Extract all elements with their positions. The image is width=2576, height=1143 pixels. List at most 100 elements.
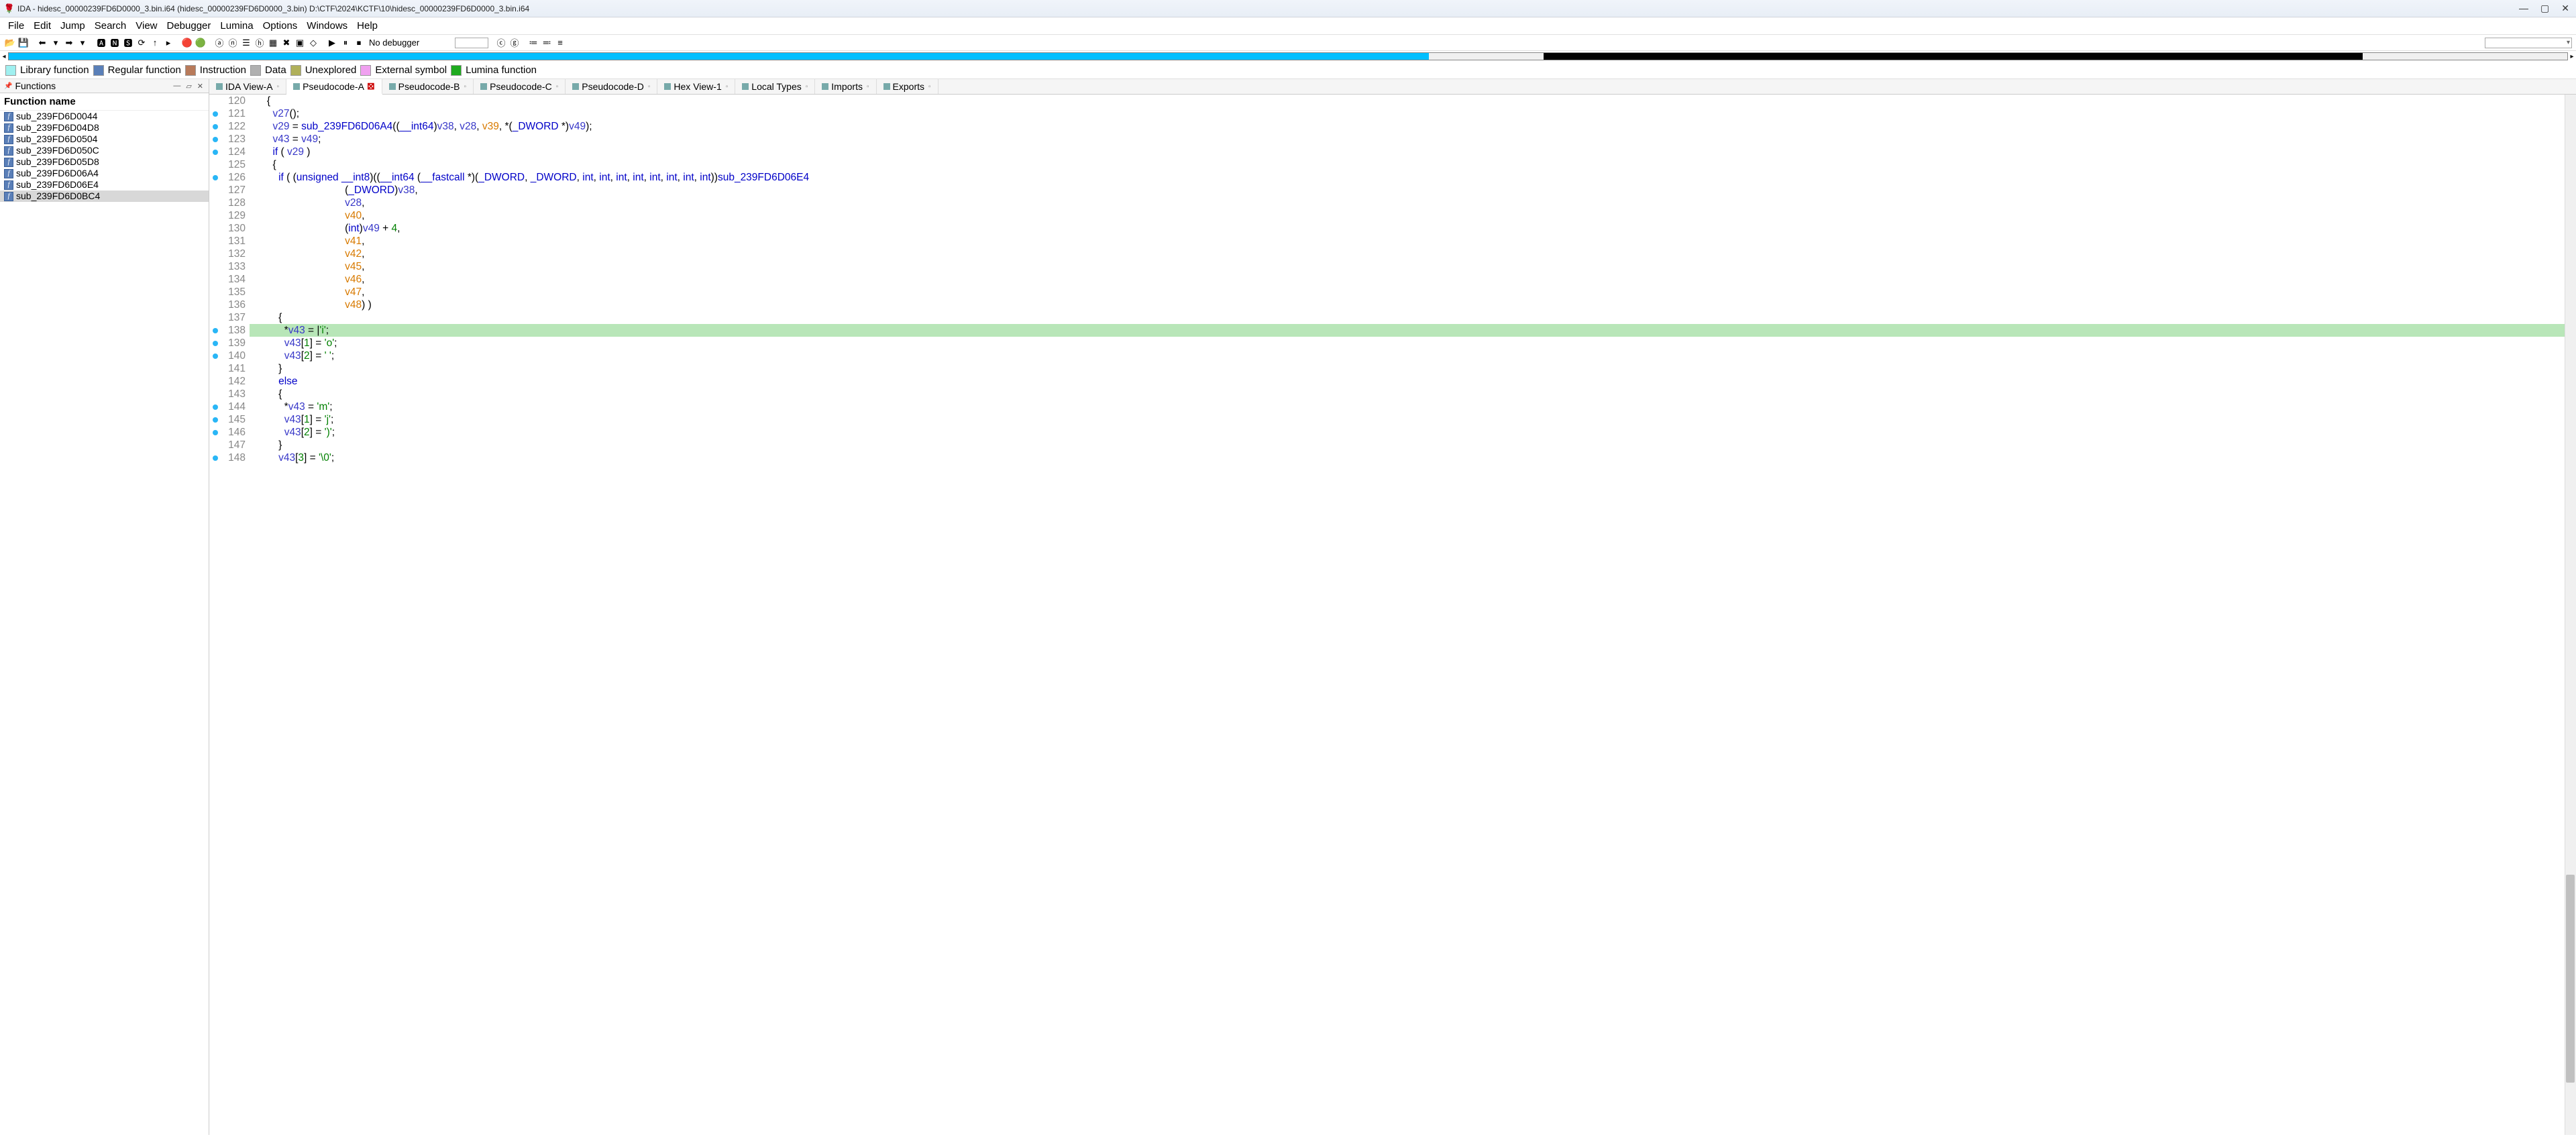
line-number[interactable]: 120: [221, 95, 246, 107]
menu-search[interactable]: Search: [91, 19, 131, 33]
code-line[interactable]: (_DWORD)v38,: [250, 184, 2576, 197]
line-number[interactable]: 139: [221, 337, 246, 349]
breakpoint-gutter[interactable]: [209, 439, 221, 451]
grid-icon[interactable]: ▦: [267, 37, 279, 49]
code-line[interactable]: v43[3] = '\0';: [250, 451, 2576, 464]
nav-overview[interactable]: ◂ ▸: [0, 51, 2576, 62]
breakpoint-gutter[interactable]: [209, 133, 221, 146]
flag-icon[interactable]: ▸: [162, 37, 174, 49]
line-number[interactable]: 134: [221, 273, 246, 286]
line-number[interactable]: 126: [221, 171, 246, 184]
list-green-icon[interactable]: ≡: [554, 37, 566, 49]
line-number[interactable]: 147: [221, 439, 246, 451]
tab-hex-view-1[interactable]: Hex View-1▫: [657, 79, 735, 94]
line-number[interactable]: 144: [221, 400, 246, 413]
code-line[interactable]: v40,: [250, 209, 2576, 222]
function-item[interactable]: fsub_239FD6D04D8: [0, 122, 209, 133]
code-line[interactable]: v43[1] = 'j';: [250, 413, 2576, 426]
breakpoint-gutter[interactable]: [209, 120, 221, 133]
dot-red-icon[interactable]: 🔴: [181, 37, 193, 49]
line-number[interactable]: 135: [221, 286, 246, 298]
code-line[interactable]: v43[2] = ')';: [250, 426, 2576, 439]
tab-exports[interactable]: Exports▫: [877, 79, 938, 94]
line-number[interactable]: 130: [221, 222, 246, 235]
debugger-select[interactable]: No debugger: [366, 38, 453, 48]
code-line[interactable]: *v43 = |'i';: [250, 324, 2576, 337]
breakpoint-gutter[interactable]: [209, 107, 221, 120]
code-line[interactable]: if ( v29 ): [250, 146, 2576, 158]
code-line[interactable]: v28,: [250, 197, 2576, 209]
nav-segment-code[interactable]: [9, 53, 1429, 60]
code-line[interactable]: v41,: [250, 235, 2576, 248]
menu-options[interactable]: Options: [259, 19, 302, 33]
close-button[interactable]: ✕: [2561, 3, 2569, 14]
function-item[interactable]: fsub_239FD6D050C: [0, 145, 209, 156]
h-icon[interactable]: ⓗ: [254, 37, 266, 49]
breakpoint-gutter[interactable]: [209, 158, 221, 171]
save-icon[interactable]: 💾: [17, 37, 30, 49]
line-number[interactable]: 146: [221, 426, 246, 439]
tab-local-types[interactable]: Local Types▫: [735, 79, 815, 94]
function-item[interactable]: fsub_239FD6D06A4: [0, 168, 209, 179]
code-line[interactable]: v43 = v49;: [250, 133, 2576, 146]
search-text-icon[interactable]: 🅰: [95, 37, 107, 49]
line-number[interactable]: 121: [221, 107, 246, 120]
line-number[interactable]: 145: [221, 413, 246, 426]
fwd-icon[interactable]: ➡: [63, 37, 75, 49]
breakpoint-gutter[interactable]: [209, 298, 221, 311]
line-number[interactable]: 137: [221, 311, 246, 324]
code-line[interactable]: v42,: [250, 248, 2576, 260]
breakpoint-gutter[interactable]: [209, 222, 221, 235]
vertical-scrollbar[interactable]: [2565, 95, 2576, 1135]
breakpoint-gutter[interactable]: [209, 400, 221, 413]
breakpoint-gutter[interactable]: [209, 375, 221, 388]
code-line[interactable]: (int)v49 + 4,: [250, 222, 2576, 235]
breakpoint-gutter[interactable]: [209, 324, 221, 337]
code-line[interactable]: v48) ): [250, 298, 2576, 311]
breakpoint-gutter[interactable]: [209, 337, 221, 349]
menu-view[interactable]: View: [131, 19, 161, 33]
breakpoint-gutter[interactable]: [209, 260, 221, 273]
maximize-button[interactable]: ▢: [2540, 3, 2549, 14]
bars-icon[interactable]: ☰: [240, 37, 252, 49]
breakpoint-gutter[interactable]: [209, 286, 221, 298]
breakpoint-gutter[interactable]: [209, 197, 221, 209]
line-number[interactable]: 133: [221, 260, 246, 273]
function-item[interactable]: fsub_239FD6D0504: [0, 133, 209, 145]
fwd-dd-icon[interactable]: ▾: [76, 37, 89, 49]
nav-segment-gap[interactable]: [1429, 53, 1544, 60]
menu-windows[interactable]: Windows: [303, 19, 352, 33]
list-red-icon[interactable]: ≔: [527, 37, 539, 49]
code-line[interactable]: v47,: [250, 286, 2576, 298]
tab-pseudocode-a[interactable]: Pseudocode-A⊠: [286, 79, 382, 95]
line-number[interactable]: 140: [221, 349, 246, 362]
back-icon[interactable]: ⬅: [36, 37, 48, 49]
line-number[interactable]: 148: [221, 451, 246, 464]
line-number[interactable]: 123: [221, 133, 246, 146]
line-number[interactable]: 127: [221, 184, 246, 197]
nav-left-icon[interactable]: ◂: [0, 53, 8, 60]
breakpoint-gutter[interactable]: [209, 349, 221, 362]
right-dropdown[interactable]: ▾: [2485, 38, 2572, 48]
function-item[interactable]: fsub_239FD6D0044: [0, 111, 209, 122]
search-hex-icon[interactable]: 🅽: [109, 37, 121, 49]
code-line[interactable]: v43[1] = 'o';: [250, 337, 2576, 349]
square-icon[interactable]: ▣: [294, 37, 306, 49]
menu-file[interactable]: File: [4, 19, 28, 33]
line-number[interactable]: 132: [221, 248, 246, 260]
line-number[interactable]: 122: [221, 120, 246, 133]
breakpoint-gutter[interactable]: [209, 209, 221, 222]
breakpoint-gutter[interactable]: [209, 362, 221, 375]
menu-edit[interactable]: Edit: [30, 19, 55, 33]
code-line[interactable]: v27();: [250, 107, 2576, 120]
minimize-button[interactable]: —: [2519, 3, 2528, 14]
code-line[interactable]: }: [250, 362, 2576, 375]
tab-ida-view-a[interactable]: IDA View-A▫: [209, 79, 286, 94]
line-number[interactable]: 125: [221, 158, 246, 171]
open-icon[interactable]: 📂: [4, 37, 16, 49]
line-number[interactable]: 142: [221, 375, 246, 388]
code-line[interactable]: v45,: [250, 260, 2576, 273]
function-item[interactable]: fsub_239FD6D0BC4: [0, 190, 209, 202]
nav-right-icon[interactable]: ▸: [2568, 53, 2576, 60]
tab-pseudocode-d[interactable]: Pseudocode-D▫: [566, 79, 657, 94]
